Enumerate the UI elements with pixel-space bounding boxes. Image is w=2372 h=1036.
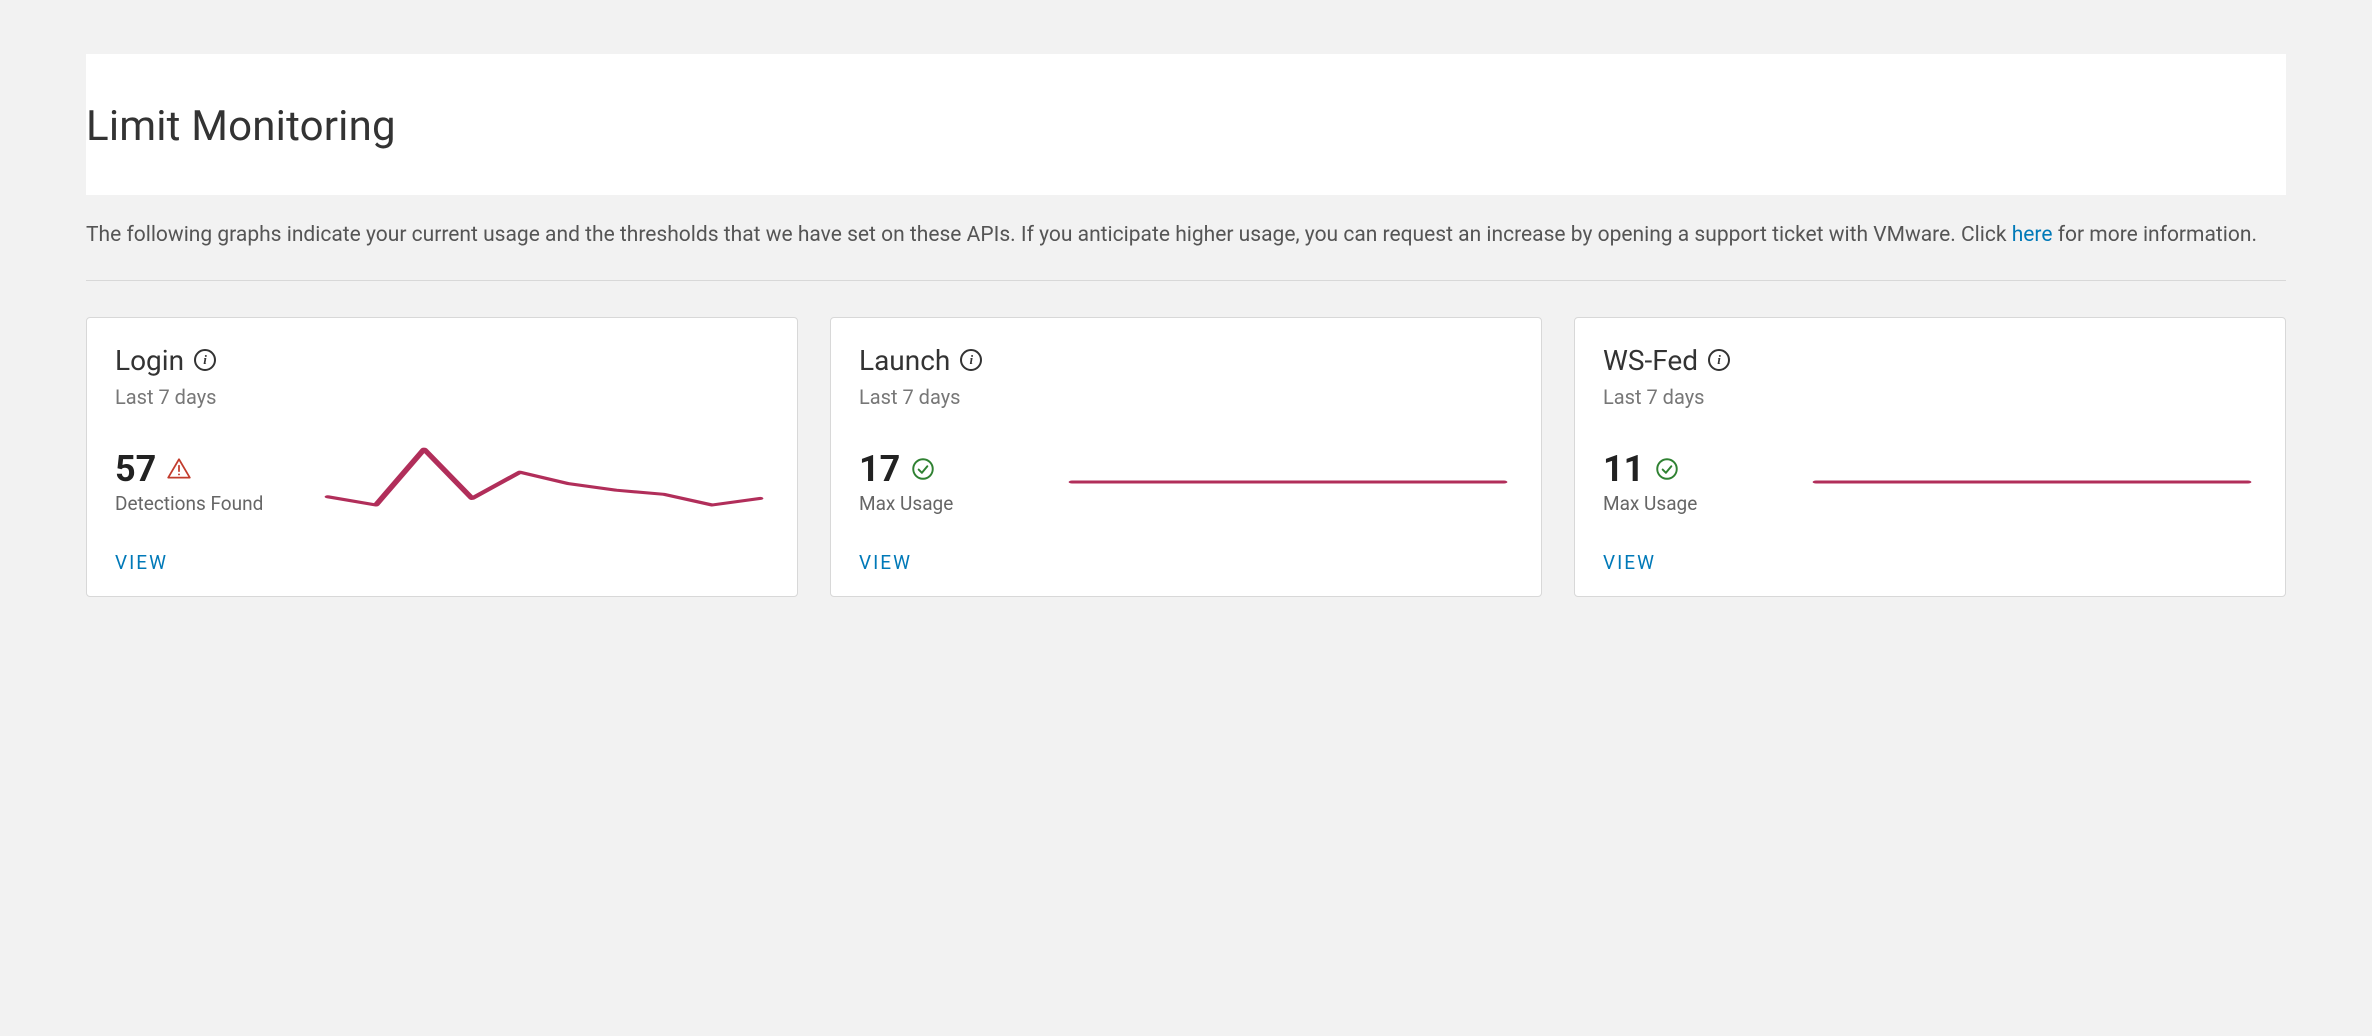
- check-circle-icon: [910, 456, 936, 482]
- card-login: Login i Last 7 days 57: [86, 317, 798, 597]
- description-text-pre: The following graphs indicate your curre…: [86, 223, 2012, 247]
- description-link[interactable]: here: [2012, 223, 2053, 247]
- card-header: Login i: [115, 344, 769, 377]
- cards-row: Login i Last 7 days 57: [86, 317, 2286, 597]
- title-panel: Limit Monitoring: [86, 54, 2286, 195]
- card-launch: Launch i Last 7 days 17 Max U: [830, 317, 1542, 597]
- page-description: The following graphs indicate your curre…: [86, 219, 2286, 281]
- alert-triangle-icon: [166, 456, 192, 482]
- metric-block: 11 Max Usage: [1603, 448, 1783, 515]
- sparkline-chart: [1063, 437, 1513, 527]
- check-circle-icon: [1654, 456, 1680, 482]
- card-footer: VIEW: [115, 531, 769, 574]
- page-container: Limit Monitoring The following graphs in…: [0, 54, 2372, 637]
- card-footer: VIEW: [859, 531, 1513, 574]
- card-title: Login: [115, 344, 184, 377]
- metric-label: Max Usage: [1603, 492, 1783, 515]
- metric-value: 11: [1603, 448, 1644, 490]
- description-text-post: for more information.: [2052, 223, 2257, 247]
- card-wsfed: WS-Fed i Last 7 days 11 Max U: [1574, 317, 2286, 597]
- card-title: WS-Fed: [1603, 344, 1698, 377]
- card-body: 17 Max Usage: [859, 433, 1513, 531]
- sparkline-chart: [319, 437, 769, 527]
- sparkline-chart: [1807, 437, 2257, 527]
- metric-block: 57 Detections Found: [115, 448, 295, 515]
- metric-value: 57: [115, 448, 156, 490]
- card-body: 11 Max Usage: [1603, 433, 2257, 531]
- page-title: Limit Monitoring: [86, 102, 2286, 151]
- metric-label: Detections Found: [115, 492, 295, 515]
- info-icon[interactable]: i: [1708, 349, 1730, 371]
- card-body: 57 Detections Found: [115, 433, 769, 531]
- info-icon[interactable]: i: [960, 349, 982, 371]
- view-link[interactable]: VIEW: [1603, 551, 1656, 574]
- card-footer: VIEW: [1603, 531, 2257, 574]
- card-title: Launch: [859, 344, 950, 377]
- card-subtitle: Last 7 days: [859, 385, 1513, 409]
- info-icon[interactable]: i: [194, 349, 216, 371]
- view-link[interactable]: VIEW: [115, 551, 168, 574]
- card-subtitle: Last 7 days: [115, 385, 769, 409]
- metric-label: Max Usage: [859, 492, 1039, 515]
- card-header: Launch i: [859, 344, 1513, 377]
- view-link[interactable]: VIEW: [859, 551, 912, 574]
- card-header: WS-Fed i: [1603, 344, 2257, 377]
- metric-value: 17: [859, 448, 900, 490]
- metric-block: 17 Max Usage: [859, 448, 1039, 515]
- card-subtitle: Last 7 days: [1603, 385, 2257, 409]
